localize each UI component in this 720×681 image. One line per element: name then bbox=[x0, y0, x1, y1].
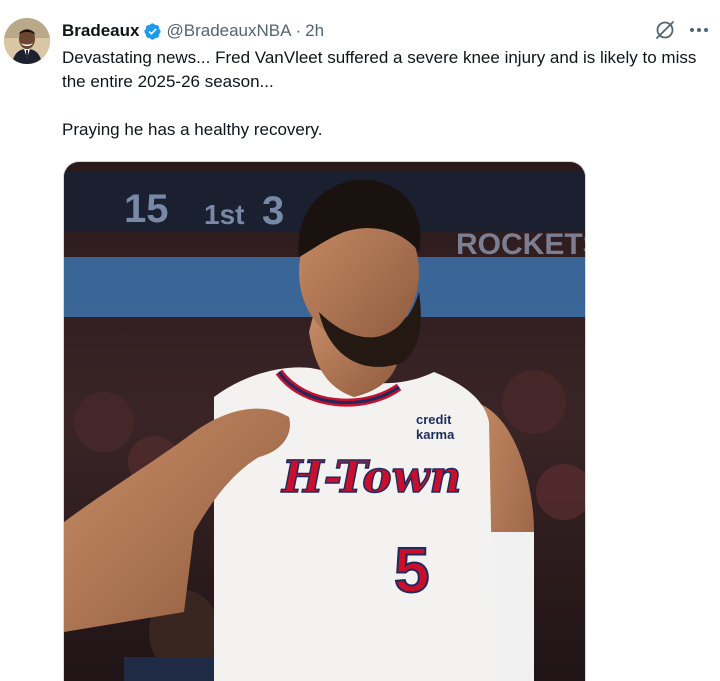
jersey-sponsor-line1: credit bbox=[416, 412, 452, 427]
verified-badge-icon bbox=[143, 22, 162, 41]
avatar[interactable] bbox=[4, 18, 50, 64]
scoreboard-score-left: 15 bbox=[124, 187, 169, 231]
author-display-name[interactable]: Bradeaux bbox=[62, 21, 139, 41]
tweet-timestamp[interactable]: 2h bbox=[305, 21, 324, 41]
author-handle[interactable]: @BradeauxNBA bbox=[166, 21, 291, 41]
jersey-text: H-Town bbox=[280, 452, 461, 503]
jersey-number: 5 bbox=[394, 534, 430, 606]
scoreboard-score-right: 3 bbox=[262, 189, 284, 233]
tweet[interactable]: Bradeaux @BradeauxNBA · 2h Devastating n… bbox=[0, 0, 720, 681]
tweet-header: Bradeaux @BradeauxNBA · 2h bbox=[62, 20, 324, 42]
tweet-media-photo[interactable]: 15 1st 3 ROCKETS bbox=[63, 161, 586, 681]
arena-banner-text: ROCKETS bbox=[456, 228, 586, 261]
grok-icon[interactable] bbox=[654, 19, 676, 41]
scoreboard-period: 1st bbox=[204, 199, 244, 230]
player-photo: 15 1st 3 ROCKETS bbox=[64, 162, 586, 681]
tweet-text-line: Praying he has a healthy recovery. bbox=[62, 120, 323, 139]
tweet-text: Devastating news... Fred VanVleet suffer… bbox=[62, 46, 712, 142]
jersey-sponsor-line2: karma bbox=[416, 427, 455, 442]
avatar-image bbox=[4, 18, 50, 64]
tweet-text-line: Devastating news... Fred VanVleet suffer… bbox=[62, 48, 697, 91]
more-options-icon[interactable] bbox=[688, 19, 710, 41]
separator-dot: · bbox=[295, 21, 302, 40]
